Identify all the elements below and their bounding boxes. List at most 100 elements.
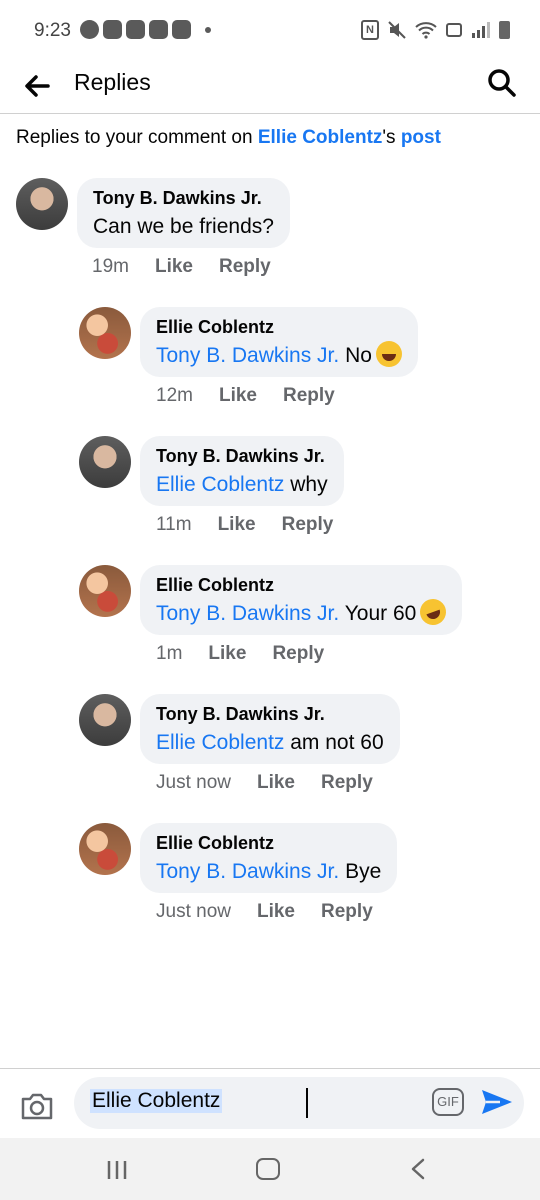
comment-time: 12m (156, 385, 193, 406)
reply-button[interactable]: Reply (219, 256, 271, 278)
comment-actions: Just now Like Reply (156, 772, 373, 794)
avatar[interactable] (79, 823, 131, 875)
comment-author[interactable]: Ellie Coblentz (156, 316, 402, 338)
system-nav-bar (0, 1138, 540, 1200)
reply-button[interactable]: Reply (321, 901, 373, 923)
like-button[interactable]: Like (208, 643, 246, 665)
app-header: Replies (0, 62, 540, 114)
comment-author[interactable]: Ellie Coblentz (156, 574, 446, 596)
comment-body: Can we be friends? (93, 215, 274, 238)
more-notifications-dot-icon (205, 26, 211, 33)
comment-actions: 11m Like Reply (156, 514, 333, 536)
reply-button[interactable]: Reply (283, 385, 335, 407)
lte-icon (446, 23, 462, 37)
arrow-left-icon[interactable] (20, 68, 56, 104)
comment-text: Ellie Coblentz why (156, 470, 328, 500)
page-title: Replies (74, 69, 151, 95)
comment-bubble[interactable]: Tony B. Dawkins Jr. Can we be friends? (77, 178, 290, 248)
comment-text: Tony B. Dawkins Jr. Bye (156, 857, 381, 887)
back-nav-icon[interactable] (408, 1158, 428, 1180)
messenger-icon (80, 20, 99, 39)
post-author-link[interactable]: Ellie Coblentz (258, 127, 383, 148)
avatar[interactable] (79, 307, 131, 359)
like-button[interactable]: Like (257, 901, 295, 923)
snapchat-icon (103, 20, 122, 39)
comment: Ellie Coblentz Tony B. Dawkins Jr. Bye J… (79, 823, 519, 933)
comment-text: Ellie Coblentz am not 60 (156, 728, 384, 758)
mention-link[interactable]: Tony B. Dawkins Jr. (156, 344, 339, 367)
like-button[interactable]: Like (257, 772, 295, 794)
replies-context: Replies to your comment on Ellie Coblent… (16, 127, 441, 149)
post-link[interactable]: post (401, 127, 441, 148)
comment-time: Just now (156, 901, 231, 922)
comment-body: Your 60 (339, 602, 417, 625)
search-icon[interactable] (486, 67, 518, 99)
reply-button[interactable]: Reply (282, 514, 334, 536)
send-icon[interactable] (480, 1087, 514, 1117)
comment-body: am not 60 (284, 731, 384, 754)
comment-bubble[interactable]: Tony B. Dawkins Jr. Ellie Coblentz am no… (140, 694, 400, 764)
context-suffix: 's (382, 127, 401, 148)
like-button[interactable]: Like (155, 256, 193, 278)
snapchat-icon (149, 20, 168, 39)
avatar[interactable] (79, 436, 131, 488)
comment-author[interactable]: Tony B. Dawkins Jr. (93, 187, 274, 209)
comment-body: Bye (339, 860, 382, 883)
recent-apps-icon[interactable] (106, 1160, 128, 1180)
text-caret (306, 1088, 308, 1118)
notification-icons (80, 20, 211, 39)
comment-composer: Ellie Coblentz GIF (0, 1068, 540, 1138)
snapchat-icon (172, 20, 191, 39)
mention-link[interactable]: Tony B. Dawkins Jr. (156, 602, 339, 625)
system-icons: N (361, 20, 510, 40)
comment-text: Tony B. Dawkins Jr. Your 60 (156, 595, 450, 629)
comment-body: why (284, 473, 328, 496)
comment-time: 11m (156, 514, 192, 535)
comment-author[interactable]: Tony B. Dawkins Jr. (156, 445, 328, 467)
comment-actions: 19m Like Reply (92, 256, 271, 278)
reply-button[interactable]: Reply (321, 772, 373, 794)
avatar[interactable] (79, 565, 131, 617)
comment-bubble[interactable]: Ellie Coblentz Tony B. Dawkins Jr. No (140, 307, 418, 377)
comment: Ellie Coblentz Tony B. Dawkins Jr. Your … (79, 565, 519, 675)
mention-link[interactable]: Ellie Coblentz (156, 473, 284, 496)
comment-time: Just now (156, 772, 231, 793)
comment-actions: Just now Like Reply (156, 901, 373, 923)
mention-link[interactable]: Ellie Coblentz (156, 731, 284, 754)
signal-icon (472, 22, 490, 38)
reply-button[interactable]: Reply (272, 643, 324, 665)
avatar[interactable] (79, 694, 131, 746)
snapchat-icon (126, 20, 145, 39)
comment-actions: 1m Like Reply (156, 643, 324, 665)
comment-author[interactable]: Ellie Coblentz (156, 832, 381, 854)
comment-bubble[interactable]: Ellie Coblentz Tony B. Dawkins Jr. Your … (140, 565, 463, 635)
comment-text: Can we be friends? (93, 212, 274, 242)
like-button[interactable]: Like (219, 385, 257, 407)
mute-icon (388, 21, 406, 39)
camera-icon[interactable] (20, 1091, 54, 1121)
comment-time: 19m (92, 256, 129, 277)
comment-input[interactable]: Ellie Coblentz GIF (74, 1077, 524, 1129)
comment-text: Tony B. Dawkins Jr. No (156, 341, 402, 371)
battery-icon (499, 21, 510, 39)
home-icon[interactable] (256, 1158, 280, 1180)
comment-bubble[interactable]: Tony B. Dawkins Jr. Ellie Coblentz why (140, 436, 344, 506)
comment-input-value[interactable]: Ellie Coblentz (90, 1089, 223, 1113)
like-button[interactable]: Like (218, 514, 256, 536)
mention-link[interactable]: Tony B. Dawkins Jr. (156, 860, 339, 883)
comment-actions: 12m Like Reply (156, 385, 335, 407)
face-with-tears-of-joy-icon (375, 341, 402, 367)
comment-bubble[interactable]: Ellie Coblentz Tony B. Dawkins Jr. Bye (140, 823, 398, 893)
comment: Ellie Coblentz Tony B. Dawkins Jr. No 12… (79, 307, 519, 417)
comment: Tony B. Dawkins Jr. Ellie Coblentz am no… (79, 694, 519, 804)
gif-button[interactable]: GIF (432, 1088, 464, 1116)
comment-author[interactable]: Tony B. Dawkins Jr. (156, 703, 384, 725)
comment-body: No (339, 344, 372, 367)
status-bar: 9:23 N (0, 0, 540, 62)
comment-time: 1m (156, 643, 183, 664)
avatar[interactable] (16, 178, 68, 230)
context-prefix: Replies to your comment on (16, 127, 258, 148)
wifi-icon (415, 22, 437, 39)
rolling-on-the-floor-laughing-icon (416, 595, 450, 629)
comment: Tony B. Dawkins Jr. Ellie Coblentz why 1… (79, 436, 519, 546)
